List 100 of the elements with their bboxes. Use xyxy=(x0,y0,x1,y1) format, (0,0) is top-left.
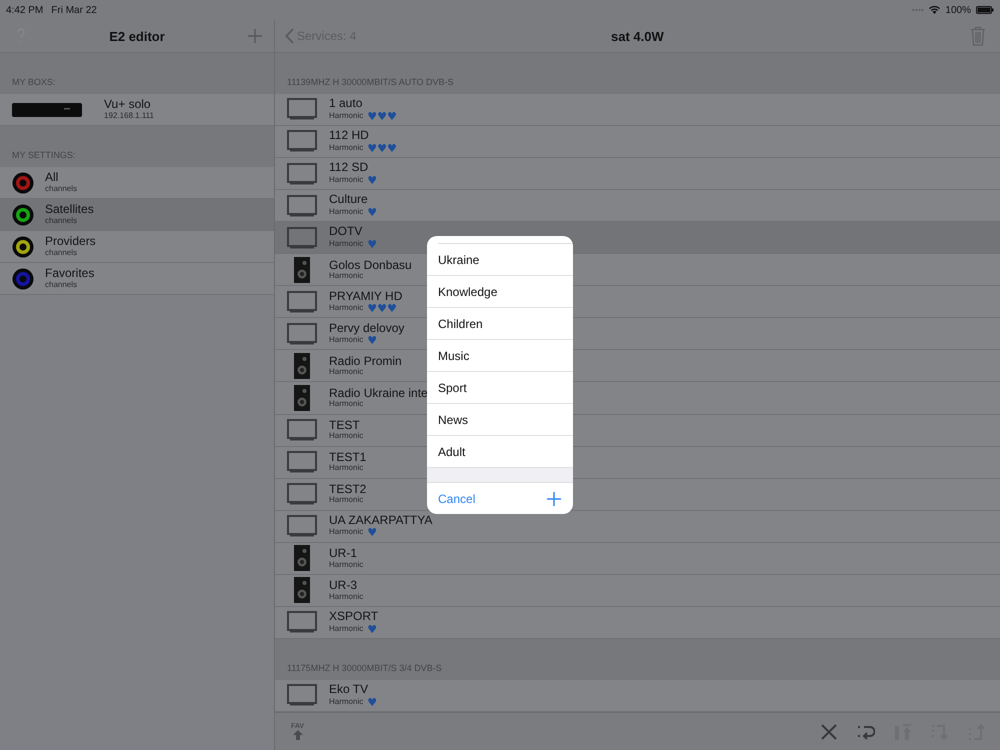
box-name: Vu+ solo xyxy=(104,98,152,112)
heart-marks: ♥ xyxy=(367,174,378,186)
channel-row[interactable]: 112 HD Harmonic ♥♥♥ xyxy=(275,126,1000,158)
close-icon[interactable] xyxy=(820,722,838,740)
channel-row[interactable]: 1 auto Harmonic ♥♥♥ xyxy=(275,94,1000,126)
channel-name: 112 SD xyxy=(329,161,370,175)
channel-name: 1 auto xyxy=(329,97,364,111)
category-option[interactable]: Ukraine xyxy=(427,244,573,276)
channel-provider: Harmonic xyxy=(329,432,364,442)
channel-row[interactable]: XSPORT Harmonic ♥ xyxy=(275,606,1000,639)
battery-percent: 100% xyxy=(945,4,971,16)
channel-row[interactable]: UR-1 Harmonic xyxy=(275,542,1000,575)
speaker-icon xyxy=(294,577,310,604)
channel-provider: Harmonic xyxy=(329,176,364,185)
channel-provider: Harmonic xyxy=(329,528,364,538)
add-icon[interactable] xyxy=(547,492,561,506)
item-title: All xyxy=(45,171,60,185)
channel-provider: Harmonic xyxy=(329,304,364,313)
channel-provider: Harmonic xyxy=(329,208,364,217)
settings-item[interactable]: All channels xyxy=(0,167,274,199)
channel-row[interactable]: Eko TV Harmonic ♥ xyxy=(275,680,1000,712)
chevron-left-icon xyxy=(285,28,294,44)
settings-item[interactable]: Providers channels xyxy=(0,231,274,263)
tv-icon xyxy=(287,290,317,313)
channel-provider: Harmonic xyxy=(329,144,364,153)
channel-provider: Harmonic xyxy=(329,496,364,506)
heart-marks: ♥♥♥ xyxy=(367,110,397,122)
navigation-title: sat 4.0W xyxy=(611,28,664,44)
channel-name: UR-1 xyxy=(329,547,358,561)
item-subtitle: channels xyxy=(45,184,78,194)
channel-name: UA ZAKARPATTYA xyxy=(329,514,432,528)
category-option[interactable]: Knowledge xyxy=(427,276,573,308)
cancel-link[interactable]: Cancel xyxy=(438,492,476,506)
channel-name: Culture xyxy=(329,193,369,207)
tv-icon xyxy=(287,419,317,442)
up-arrow-icon xyxy=(292,730,303,740)
speaker-icon xyxy=(294,384,310,411)
add-icon[interactable] xyxy=(248,29,262,43)
box-address: 192.168.1.111 xyxy=(104,112,154,121)
heart-marks: ♥♥♥ xyxy=(367,303,397,314)
channel-provider: Harmonic xyxy=(329,464,364,474)
channel-name: XSPORT xyxy=(329,610,378,624)
tv-icon xyxy=(287,162,317,185)
speaker-icon xyxy=(294,256,310,283)
channel-provider: Harmonic xyxy=(329,368,364,378)
channel-name: TEST1 xyxy=(329,450,366,464)
channel-provider: Harmonic xyxy=(329,336,364,346)
heart-marks: ♥ xyxy=(367,527,378,538)
settings-item[interactable]: Favorites channels xyxy=(0,263,274,295)
channel-row[interactable]: UR-3 Harmonic xyxy=(275,574,1000,607)
channel-name: DOTV xyxy=(329,225,364,239)
tv-icon xyxy=(287,130,317,152)
wifi-icon xyxy=(929,6,940,14)
channel-name: Pervy delovoy xyxy=(329,322,404,336)
heart-marks: ♥ xyxy=(367,335,378,346)
battery-icon xyxy=(976,6,994,14)
channel-row[interactable]: UA ZAKARPATTYA Harmonic ♥ xyxy=(275,510,1000,543)
category-option[interactable]: Sport xyxy=(427,372,573,404)
tv-icon xyxy=(287,322,317,345)
channel-provider: Harmonic xyxy=(329,272,364,281)
channel-name: UR-3 xyxy=(329,579,358,593)
channel-name: Radio Ukraine inte xyxy=(329,386,428,400)
channel-name: TEST2 xyxy=(329,482,366,496)
channel-name: 112 HD xyxy=(329,129,370,143)
channel-row[interactable]: Culture Harmonic ♥ xyxy=(275,190,1000,222)
item-title: Satellites xyxy=(45,203,94,217)
heart-marks: ♥♥♥ xyxy=(367,142,397,154)
channel-provider: Harmonic xyxy=(329,400,364,410)
receiver-icon xyxy=(12,102,82,116)
item-subtitle: channels xyxy=(45,280,78,290)
settings-item[interactable]: Satellites channels xyxy=(0,199,274,231)
tv-icon xyxy=(287,611,317,634)
heart-marks: ♥ xyxy=(367,238,378,250)
tv-icon xyxy=(287,684,317,706)
category-option[interactable]: Music xyxy=(427,340,573,372)
tv-icon xyxy=(287,226,317,249)
status-date: Fri Mar 22 xyxy=(51,4,97,16)
item-subtitle: channels xyxy=(45,248,78,258)
channel-name: Golos Donbasu xyxy=(329,258,412,272)
tv-icon xyxy=(287,98,317,120)
item-title: Favorites xyxy=(45,267,94,281)
channel-name: Radio Promin xyxy=(329,354,402,368)
tv-icon xyxy=(287,451,317,474)
navigation-title: E2 editor xyxy=(109,28,165,44)
channel-row[interactable]: 112 SD Harmonic ♥ xyxy=(275,158,1000,190)
item-subtitle: channels xyxy=(45,216,78,226)
channel-name: TEST xyxy=(329,418,361,432)
channel-provider: Harmonic xyxy=(329,112,364,121)
item-title: Providers xyxy=(45,235,96,249)
channel-provider: Harmonic xyxy=(329,240,364,249)
category-option[interactable]: Children xyxy=(427,308,573,340)
status-time: 4:42 PM xyxy=(6,4,44,16)
category-option[interactable]: News xyxy=(427,404,573,436)
trash-icon[interactable] xyxy=(970,26,986,46)
box-row[interactable]: Vu+ solo 192.168.1.111 xyxy=(0,94,274,126)
channel-provider: Harmonic xyxy=(329,624,364,634)
channel-name: Eko TV xyxy=(329,683,370,697)
heart-marks: ♥ xyxy=(367,206,378,218)
heart-marks: ♥ xyxy=(367,624,378,635)
tv-icon xyxy=(287,194,317,217)
